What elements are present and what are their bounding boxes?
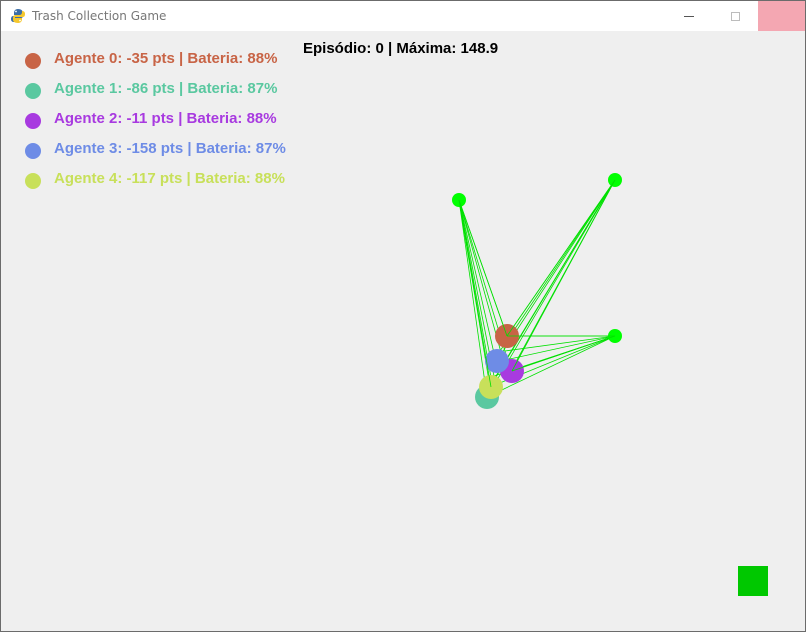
agent-3-marker	[485, 349, 509, 373]
pygame-snake-icon	[11, 9, 25, 23]
minimize-icon	[684, 15, 694, 17]
agent-2-dot	[25, 113, 41, 129]
agent-1-dot	[25, 83, 41, 99]
maximize-button[interactable]	[712, 1, 758, 31]
agent-2-status: Agente 2: -11 pts | Bateria: 88%	[54, 110, 277, 127]
title-bar[interactable]: Trash Collection Game	[1, 1, 805, 31]
agent-4-dot	[25, 173, 41, 189]
agent-0-dot	[25, 53, 41, 69]
close-button[interactable]	[758, 1, 805, 31]
recycling-base	[738, 566, 768, 596]
agent-4-status: Agente 4: -117 pts | Bateria: 88%	[54, 170, 285, 187]
game-canvas[interactable]: Episódio: 0 | Máxima: 148.9 Agente 0: -3…	[2, 31, 805, 631]
sensor-lines	[458, 179, 616, 398]
episode-status: Episódio: 0 | Máxima: 148.9	[303, 40, 499, 57]
agent-1-status: Agente 1: -86 pts | Bateria: 87%	[54, 80, 278, 97]
agent-3-status: Agente 3: -158 pts | Bateria: 87%	[54, 140, 286, 157]
minimize-button[interactable]	[666, 1, 712, 31]
agent-3-dot	[25, 143, 41, 159]
maximize-icon	[730, 11, 740, 21]
agent-0-status: Agente 0: -35 pts | Bateria: 88%	[54, 50, 278, 67]
window-title: Trash Collection Game	[32, 9, 167, 23]
game-window: Trash Collection Game Episódio: 0 | Máxi…	[0, 0, 806, 632]
